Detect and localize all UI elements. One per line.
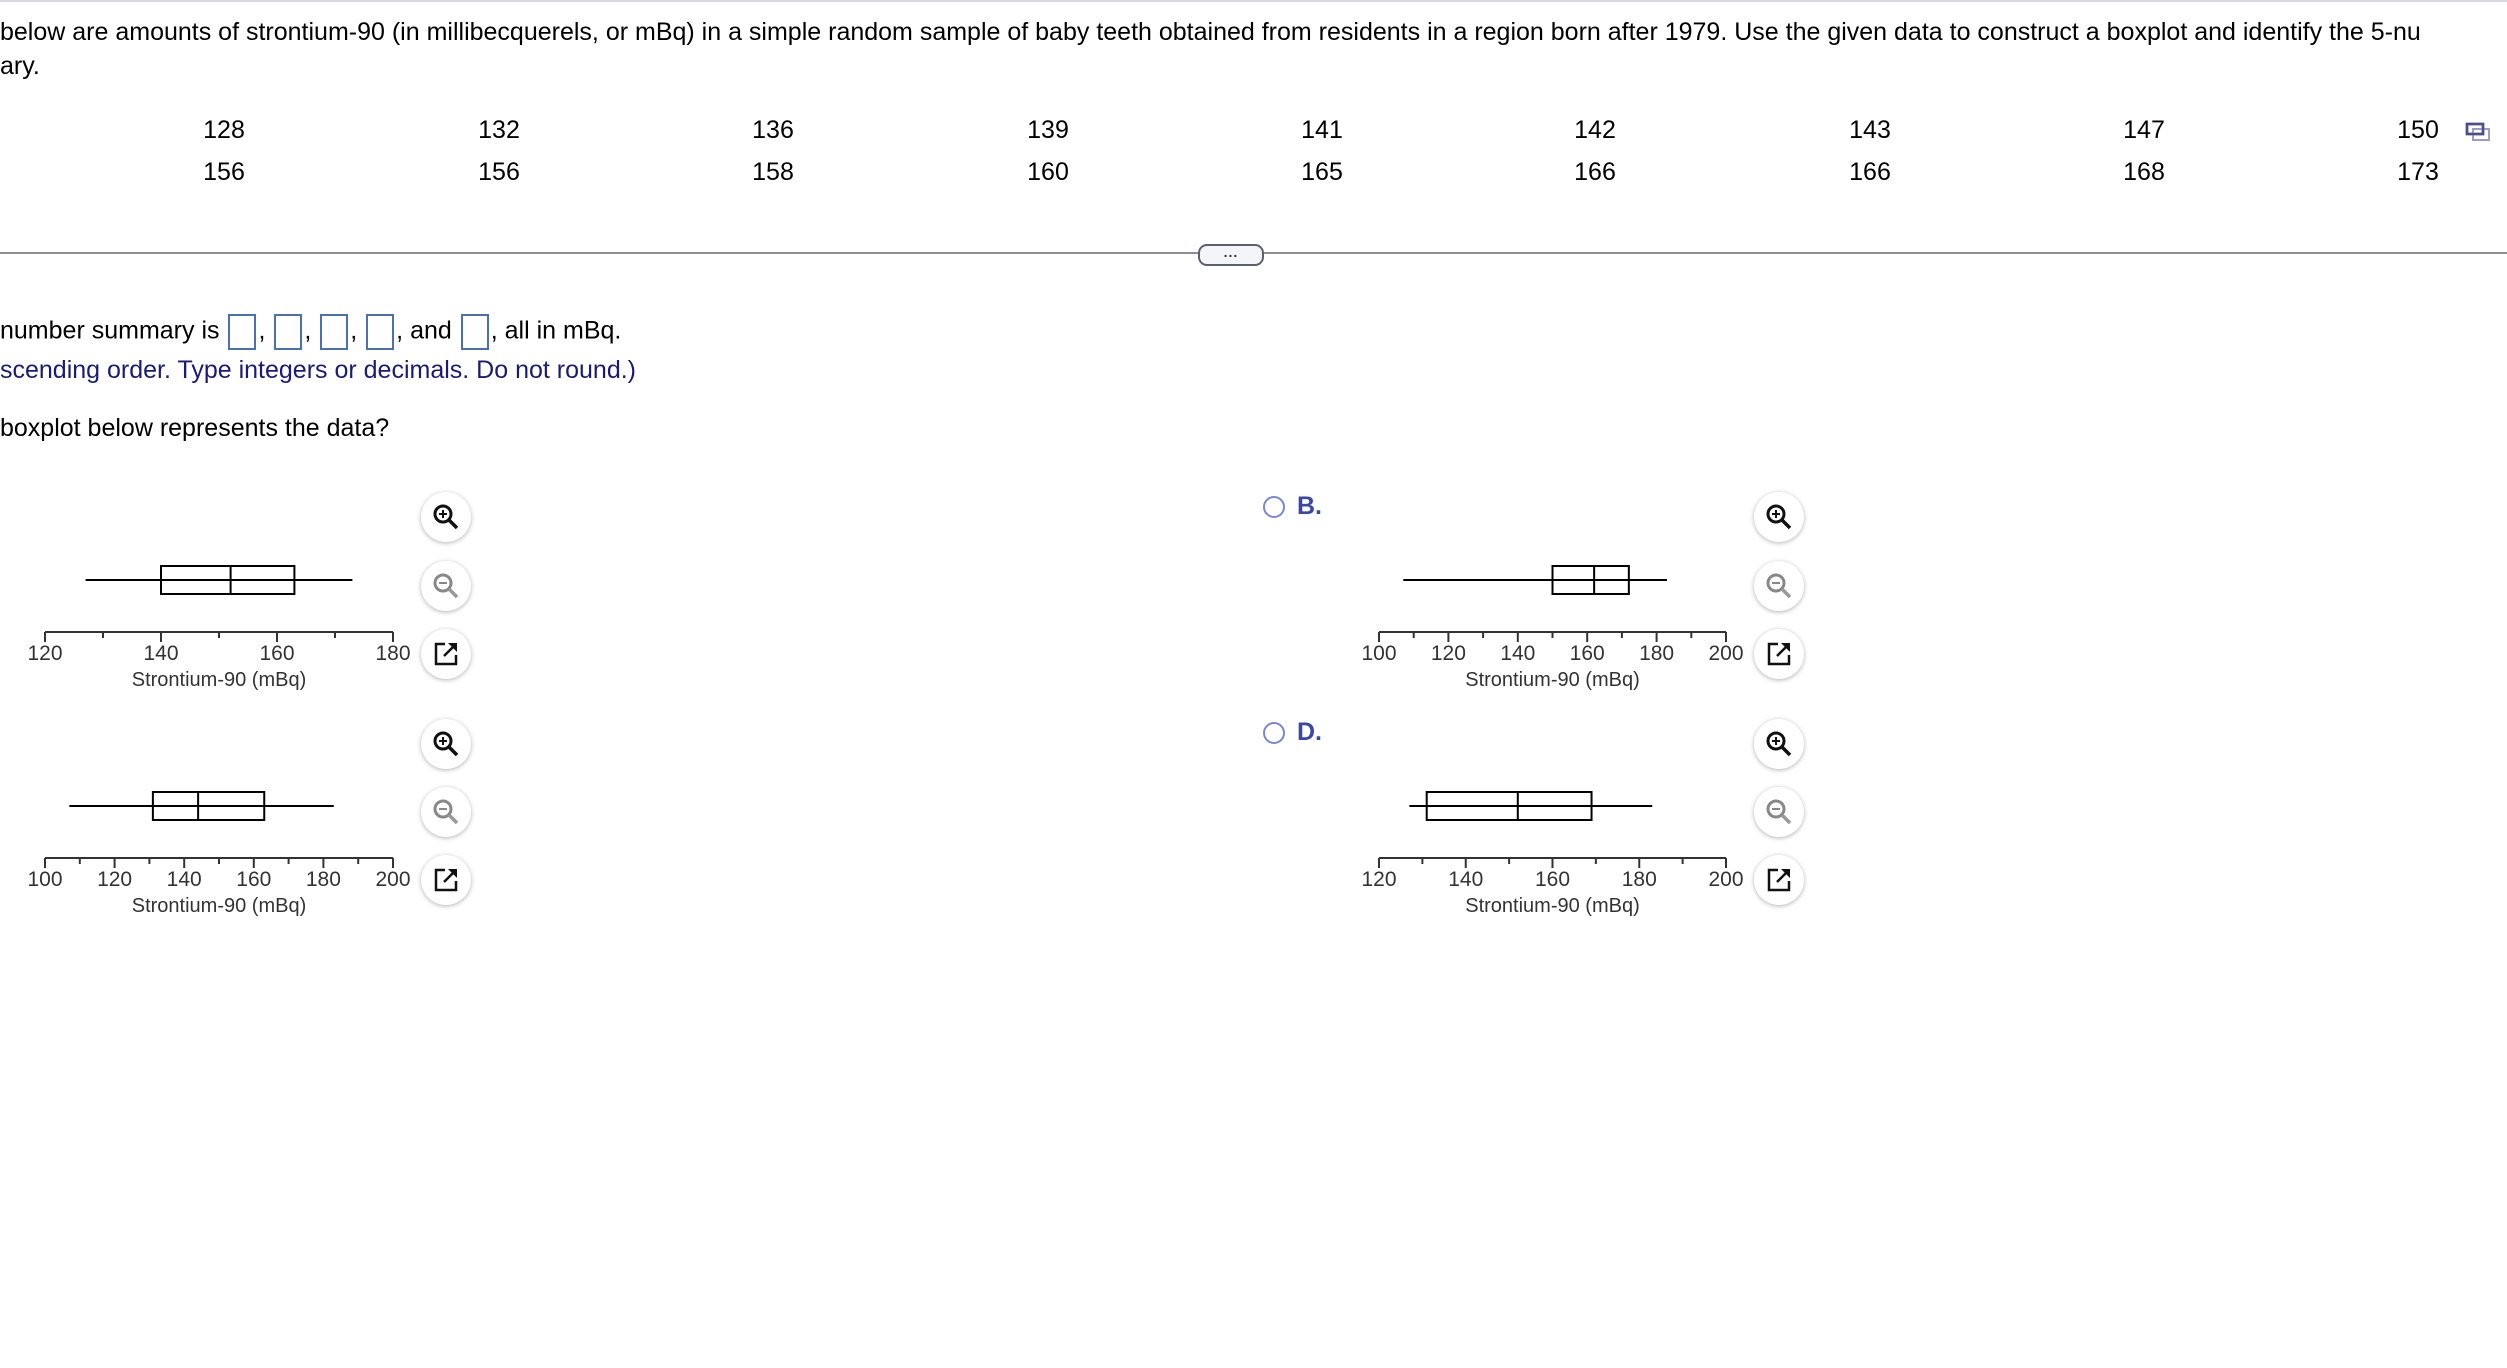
- tick-label: 140: [167, 868, 202, 891]
- zoom-out-icon: [433, 799, 459, 825]
- table-cell: 160: [1027, 158, 1069, 186]
- table-cell: 165: [1301, 158, 1343, 186]
- zoom-in-button[interactable]: [421, 492, 471, 542]
- zoom-out-icon: [1766, 799, 1792, 825]
- tick-label: 180: [1639, 642, 1674, 665]
- zoom-out-button[interactable]: [421, 561, 471, 611]
- zoom-in-button[interactable]: [1754, 492, 1804, 542]
- x-axis-label: Strontium-90 (mBq): [132, 895, 307, 917]
- tick-label: 100: [1361, 642, 1396, 665]
- tick-label: 140: [1448, 868, 1483, 891]
- tick-label: 120: [27, 642, 62, 665]
- boxplot-charts: 120 140 160 180 Strontium-90 (mBq) 100 120 140 1…: [27, 565, 1744, 917]
- tick-label: 160: [1570, 642, 1605, 665]
- table-cell: 168: [2123, 158, 2165, 186]
- box: [1425, 791, 1593, 821]
- tick-label: 160: [236, 868, 271, 891]
- tick-label: 160: [1535, 868, 1570, 891]
- option-b-radio[interactable]: [1263, 496, 1285, 518]
- tick-label: 160: [259, 642, 294, 665]
- zoom-out-icon: [433, 573, 459, 599]
- external-link-icon: [434, 642, 458, 666]
- box: [1551, 565, 1630, 595]
- median-input[interactable]: [320, 314, 349, 350]
- answer-hint: scending order. Type integers or decimal…: [0, 356, 636, 384]
- tick-label: 100: [27, 868, 62, 891]
- external-link-icon: [1767, 868, 1791, 892]
- x-axis-label: Strontium-90 (mBq): [132, 669, 307, 691]
- comma: ,: [258, 316, 266, 345]
- tick-label: 140: [143, 642, 178, 665]
- tick-label: 120: [97, 868, 132, 891]
- comma: ,: [304, 316, 312, 345]
- question-text-line1: below are amounts of strontium-90 (in mi…: [0, 18, 2421, 46]
- tick-label: 120: [1431, 642, 1466, 665]
- tick-label: 140: [1500, 642, 1535, 665]
- q3-input[interactable]: [366, 314, 395, 350]
- external-link-icon: [434, 868, 458, 892]
- tick-label: 200: [1708, 642, 1743, 665]
- x-axis-label: Strontium-90 (mBq): [1465, 895, 1640, 917]
- zoom-in-icon: [433, 731, 459, 757]
- zoom-out-button[interactable]: [1754, 561, 1804, 611]
- open-external-button[interactable]: [1754, 629, 1804, 679]
- tick-label: 180: [1622, 868, 1657, 891]
- box: [160, 565, 296, 595]
- expand-more-button[interactable]: ...: [1198, 244, 1264, 266]
- table-cell: 166: [1574, 158, 1616, 186]
- zoom-in-icon: [433, 504, 459, 530]
- table-cell: 147: [2123, 116, 2165, 144]
- max-input[interactable]: [460, 314, 489, 350]
- table-cell: 158: [752, 158, 794, 186]
- table-cell: 156: [203, 158, 245, 186]
- table-cell: 150: [2397, 116, 2439, 144]
- zoom-in-icon: [1766, 731, 1792, 757]
- zoom-in-button[interactable]: [1754, 719, 1804, 769]
- zoom-in-button[interactable]: [421, 719, 471, 769]
- box: [151, 791, 266, 821]
- tick-label: 180: [375, 642, 410, 665]
- table-cell: 143: [1849, 116, 1891, 144]
- summary-suffix: , all in mBq.: [490, 316, 622, 345]
- open-external-button[interactable]: [421, 855, 471, 905]
- open-external-button[interactable]: [1754, 855, 1804, 905]
- comma: ,: [350, 316, 358, 345]
- table-cell: 173: [2397, 158, 2439, 186]
- boxplot-question: boxplot below represents the data?: [0, 414, 390, 442]
- table-cell: 142: [1574, 116, 1616, 144]
- and-text: , and: [396, 316, 452, 345]
- zoom-out-button[interactable]: [421, 787, 471, 837]
- table-cell: 132: [478, 116, 520, 144]
- top-border: [0, 0, 2507, 2]
- tick-label: 200: [375, 868, 410, 891]
- question-text-line2: ary.: [0, 52, 40, 80]
- table-cell: 136: [752, 116, 794, 144]
- zoom-out-button[interactable]: [1754, 787, 1804, 837]
- min-input[interactable]: [228, 314, 257, 350]
- option-d-label[interactable]: D.: [1297, 718, 1322, 747]
- table-cell: 156: [478, 158, 520, 186]
- q1-input[interactable]: [274, 314, 303, 350]
- summary-prefix: number summary is: [0, 316, 220, 345]
- table-cell: 139: [1027, 116, 1069, 144]
- summary-sentence: number summary is , , , , and , all in m…: [0, 314, 621, 350]
- table-cell: 166: [1849, 158, 1891, 186]
- tick-label: 120: [1361, 868, 1396, 891]
- tick-label: 180: [306, 868, 341, 891]
- open-external-button[interactable]: [421, 629, 471, 679]
- external-link-icon: [1767, 642, 1791, 666]
- option-b-label[interactable]: B.: [1297, 492, 1322, 521]
- x-axis-label: Strontium-90 (mBq): [1465, 669, 1640, 691]
- table-cell: 141: [1301, 116, 1343, 144]
- zoom-in-icon: [1766, 504, 1792, 530]
- table-cell: 128: [203, 116, 245, 144]
- zoom-out-icon: [1766, 573, 1792, 599]
- option-d-radio[interactable]: [1263, 722, 1285, 744]
- tick-label: 200: [1708, 868, 1743, 891]
- copy-icon[interactable]: [2465, 122, 2491, 149]
